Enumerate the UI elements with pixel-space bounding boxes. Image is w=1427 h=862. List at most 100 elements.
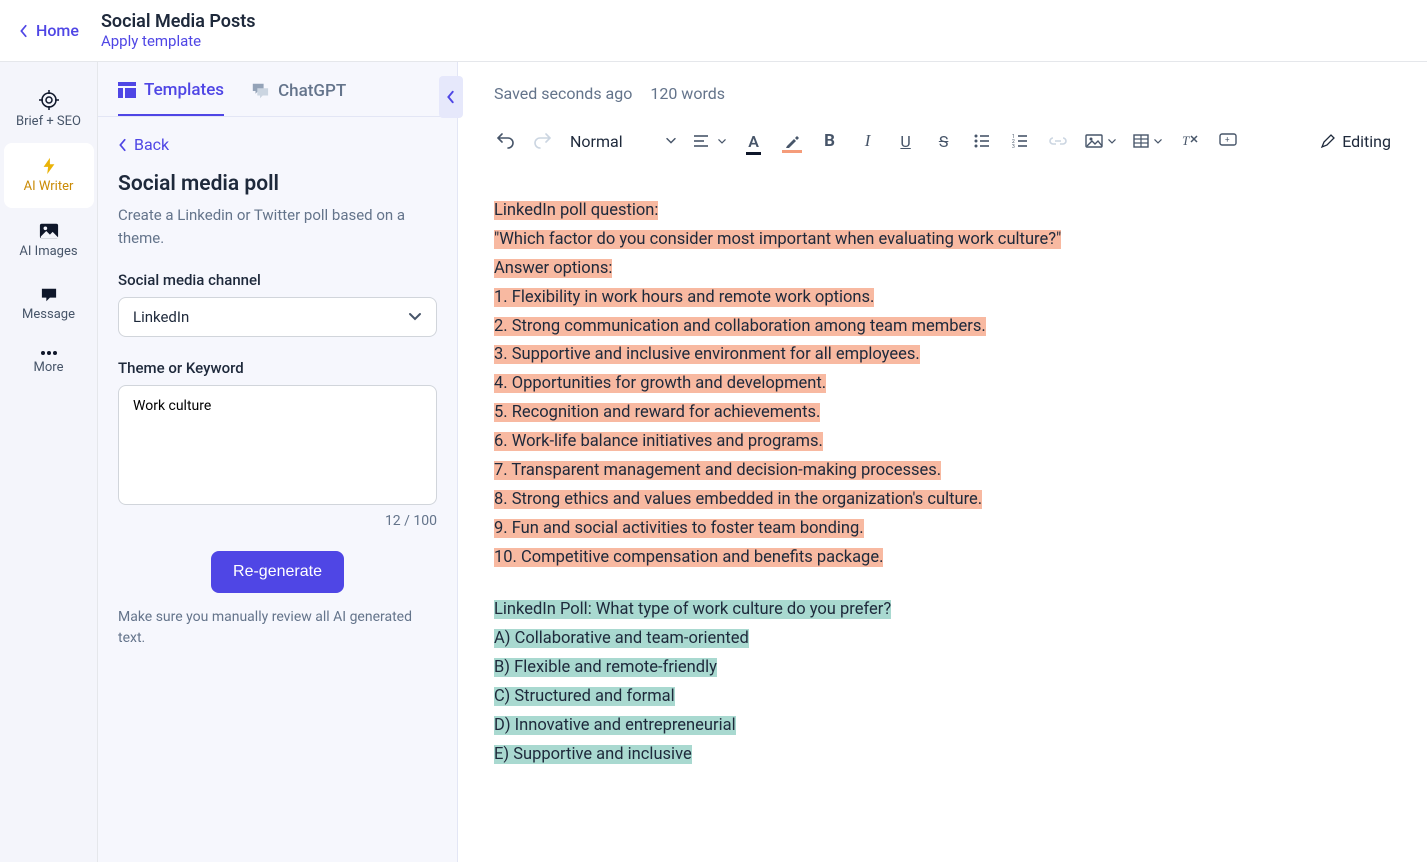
channel-value: LinkedIn xyxy=(133,308,189,326)
doc-line: 8. Strong ethics and values embedded in … xyxy=(494,490,982,509)
rail-ai-writer[interactable]: AI Writer xyxy=(4,143,94,208)
doc-line: 5. Recognition and reward for achievemen… xyxy=(494,403,820,422)
tab-templates[interactable]: Templates xyxy=(118,80,224,116)
templates-icon xyxy=(118,82,136,98)
underline-button[interactable]: U xyxy=(895,129,917,153)
bolt-icon xyxy=(4,157,94,175)
doc-line: LinkedIn poll question: xyxy=(494,201,658,220)
doc-line: D) Innovative and entrepreneurial xyxy=(494,716,736,735)
comment-button[interactable]: + xyxy=(1217,129,1239,153)
doc-line: Answer options: xyxy=(494,259,612,278)
char-count: 12 / 100 xyxy=(118,513,437,529)
left-rail: Brief + SEO AI Writer AI Images Message … xyxy=(0,62,98,862)
chevron-down-icon xyxy=(408,312,422,322)
layout: Brief + SEO AI Writer AI Images Message … xyxy=(0,62,1427,862)
doc-line: 3. Supportive and inclusive environment … xyxy=(494,345,920,364)
channel-select[interactable]: LinkedIn xyxy=(118,297,437,337)
apply-template-link[interactable]: Apply template xyxy=(101,32,256,50)
table-button[interactable] xyxy=(1133,129,1163,153)
mode-label: Editing xyxy=(1342,132,1391,151)
highlight-color-button[interactable] xyxy=(781,129,803,153)
page-title: Social Media Posts xyxy=(101,11,256,32)
doc-line: 1. Flexibility in work hours and remote … xyxy=(494,288,874,307)
rail-label: AI Images xyxy=(19,244,77,259)
rail-label: AI Writer xyxy=(24,179,74,194)
editor-body[interactable]: LinkedIn poll question: "Which factor do… xyxy=(494,197,1391,770)
svg-text:T: T xyxy=(1182,133,1190,148)
rail-ai-images[interactable]: AI Images xyxy=(4,208,94,273)
svg-text:+: + xyxy=(1225,135,1230,144)
doc-line: 10. Competitive compensation and benefit… xyxy=(494,548,883,567)
italic-button[interactable]: I xyxy=(857,129,879,153)
panel-desc: Create a Linkedin or Twitter poll based … xyxy=(118,204,437,249)
theme-textarea[interactable] xyxy=(118,385,437,505)
redo-button[interactable] xyxy=(532,129,554,153)
review-note: Make sure you manually review all AI gen… xyxy=(118,607,437,649)
numbered-list-button[interactable]: 123 xyxy=(1009,129,1031,153)
tab-chatgpt[interactable]: ChatGPT xyxy=(250,80,346,116)
clear-format-button[interactable]: T xyxy=(1179,129,1201,153)
format-select[interactable]: Normal xyxy=(570,132,677,151)
highlight-icon xyxy=(784,133,800,149)
home-link[interactable]: Home xyxy=(18,21,79,40)
regenerate-button[interactable]: Re-generate xyxy=(211,551,344,593)
target-icon xyxy=(4,90,94,110)
word-count: 120 words xyxy=(650,84,725,103)
back-link[interactable]: Back xyxy=(118,135,437,154)
pencil-icon xyxy=(1320,133,1336,149)
rail-label: Brief + SEO xyxy=(16,114,81,129)
image-icon xyxy=(4,222,94,240)
doc-line: A) Collaborative and team-oriented xyxy=(494,629,749,648)
side-panel: Templates ChatGPT Back Social media poll… xyxy=(98,62,458,862)
chevron-left-icon xyxy=(118,138,128,152)
chevron-down-icon xyxy=(1107,138,1117,145)
undo-button[interactable] xyxy=(494,129,516,153)
theme-label: Theme or Keyword xyxy=(118,359,437,377)
doc-line: 7. Transparent management and decision-m… xyxy=(494,461,941,480)
format-label: Normal xyxy=(570,132,623,151)
chatgpt-icon xyxy=(250,82,270,100)
font-color-button[interactable]: A xyxy=(743,129,765,153)
align-button[interactable] xyxy=(693,129,727,153)
home-label: Home xyxy=(36,21,79,40)
chevron-down-icon xyxy=(1153,138,1163,145)
dots-icon xyxy=(4,350,94,356)
doc-line: LinkedIn Poll: What type of work culture… xyxy=(494,600,891,619)
back-label: Back xyxy=(134,135,169,154)
chevron-left-icon xyxy=(18,24,30,38)
tab-label: Templates xyxy=(144,80,224,100)
panel-collapse-handle[interactable] xyxy=(439,76,463,118)
doc-line: C) Structured and formal xyxy=(494,687,675,706)
rail-label: Message xyxy=(22,307,75,322)
doc-line: 2. Strong communication and collaboratio… xyxy=(494,317,986,336)
status-row: Saved seconds ago 120 words xyxy=(494,84,1391,103)
chat-icon xyxy=(4,287,94,303)
chevron-down-icon xyxy=(717,138,727,145)
rail-more[interactable]: More xyxy=(4,336,94,389)
tab-label: ChatGPT xyxy=(278,81,346,101)
save-status: Saved seconds ago xyxy=(494,84,632,103)
panel-body: Back Social media poll Create a Linkedin… xyxy=(98,117,457,667)
chevron-left-icon xyxy=(446,90,456,104)
panel-tabs: Templates ChatGPT xyxy=(98,62,457,117)
doc-line: 6. Work-life balance initiatives and pro… xyxy=(494,432,823,451)
editor-region: Saved seconds ago 120 words Normal A xyxy=(458,62,1427,862)
bold-button[interactable]: B xyxy=(819,129,841,153)
rail-label: More xyxy=(34,360,64,375)
mode-editing[interactable]: Editing xyxy=(1320,132,1391,151)
rail-brief-seo[interactable]: Brief + SEO xyxy=(4,76,94,143)
rail-message[interactable]: Message xyxy=(4,273,94,336)
doc-line: 9. Fun and social activities to foster t… xyxy=(494,519,864,538)
doc-line: "Which factor do you consider most impor… xyxy=(494,230,1061,249)
strike-button[interactable]: S xyxy=(933,129,955,153)
doc-line: B) Flexible and remote-friendly xyxy=(494,658,717,677)
svg-text:3: 3 xyxy=(1012,144,1015,148)
link-button[interactable] xyxy=(1047,129,1069,153)
channel-label: Social media channel xyxy=(118,271,437,289)
image-button[interactable] xyxy=(1085,129,1117,153)
doc-line: E) Supportive and inclusive xyxy=(494,745,692,764)
bullet-list-button[interactable] xyxy=(971,129,993,153)
top-header: Home Social Media Posts Apply template xyxy=(0,0,1427,62)
chevron-down-icon xyxy=(665,137,677,145)
font-color-icon: A xyxy=(748,132,759,151)
